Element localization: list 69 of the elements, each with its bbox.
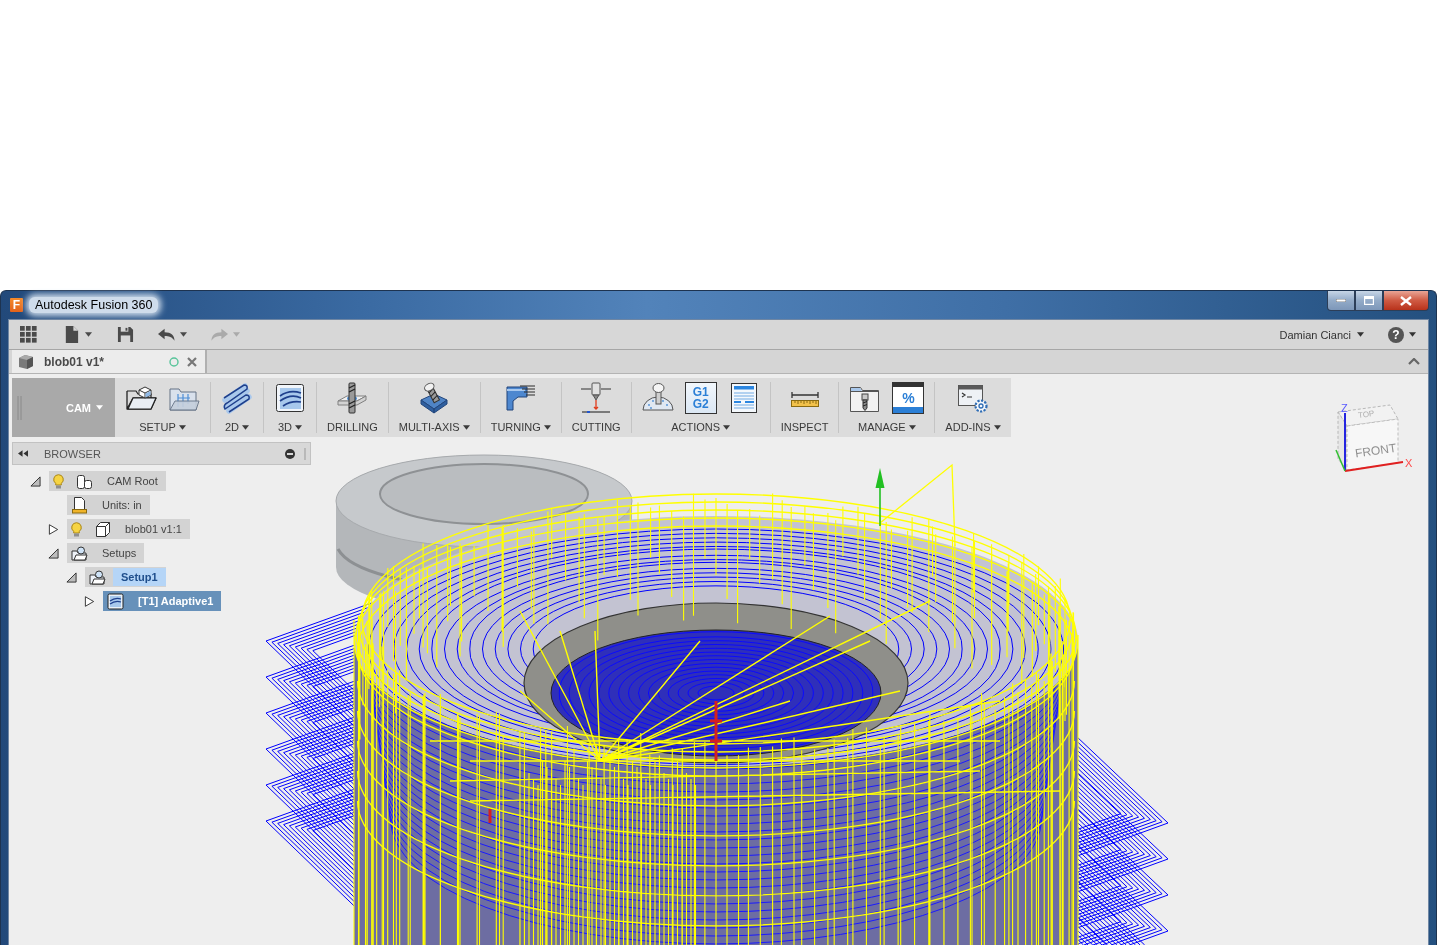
view-cube[interactable] [1337,404,1399,471]
help-button[interactable]: ? [1388,326,1404,343]
minimize-icon [1336,299,1346,302]
tree-toggle-icon[interactable] [30,475,41,487]
ribbon-menu-button[interactable]: ACTIONS [671,421,731,433]
status-circle-icon [169,356,179,367]
tree-toggle-icon[interactable] [84,595,95,607]
tree-item[interactable]: Setups [67,543,145,563]
wave-strips-icon[interactable] [221,382,253,414]
app-logo: F [10,297,23,312]
close-button[interactable] [1383,291,1429,311]
tree-item[interactable]: blob01 v1:1 [67,519,190,539]
ribbon-menu-button[interactable]: 2D [224,421,250,433]
save-icon[interactable] [117,326,134,343]
tree-toggle-icon[interactable] [48,547,59,559]
axis-triad-drawing [1335,412,1404,472]
double-arrow-icon[interactable] [18,450,28,457]
browser-title: BROWSER [44,447,101,460]
drill-bit-icon[interactable] [336,382,369,414]
front-face-label: FRONT [1354,440,1398,461]
maximize-button[interactable] [1355,291,1383,311]
close-icon [1400,295,1412,306]
tilted-tool-icon[interactable] [418,382,451,414]
tree-item[interactable]: CAM Root [49,471,166,491]
post-library-button[interactable]: % [892,382,925,414]
tree-toggle-icon[interactable] [66,571,77,583]
ribbon-menu-button[interactable]: SETUP [139,421,186,433]
caret-icon [1357,332,1364,337]
ribbon-group-label[interactable]: DRILLING [327,421,378,433]
surface-waves-icon [107,592,124,610]
z-axis-label: Z [1341,402,1348,414]
shapes-icon [76,472,93,490]
torch-icon[interactable] [580,382,613,414]
surface-waves-icon[interactable] [274,382,306,414]
caret-icon[interactable] [180,332,187,337]
apps-grid-icon[interactable] [20,326,37,343]
lathe-profile-icon[interactable] [504,382,537,414]
ribbon-menu-button[interactable]: MULTI-AXIS [398,421,470,433]
ribbon-group-label[interactable]: CUTTING [571,421,621,433]
ribbon-menu-button[interactable]: MANAGE [858,421,916,433]
caret-icon [96,405,103,410]
minimize-button[interactable] [1327,291,1355,311]
script-gear-icon[interactable] [956,382,989,414]
tree-item[interactable]: Setup1 [85,567,166,587]
chevron-up-icon[interactable] [1408,358,1420,365]
cube-icon [94,520,111,538]
file-icon[interactable] [63,326,80,343]
ribbon-group-label[interactable]: INSPECT [780,421,829,433]
page-ruler-icon [71,496,88,514]
x-axis-label: X [1405,457,1413,469]
cube-icon [18,353,34,370]
maximize-icon [1364,296,1374,305]
tree-toggle-icon[interactable] [48,523,59,535]
document-tab[interactable]: blob01 v1* [12,350,207,373]
ribbon-menu-button[interactable]: 3D [277,421,303,433]
user-menu-button[interactable]: Damian Cianci [1279,328,1364,341]
grip-handle-icon[interactable] [304,447,307,460]
joystick-icon[interactable] [641,382,674,414]
close-icon[interactable] [187,356,197,367]
post-process-button[interactable]: G1 G2 [684,382,717,414]
window-title: Autodesk Fusion 360 [29,296,159,313]
caret-icon[interactable] [85,332,92,337]
folder-sphere-icon [89,568,106,586]
folder-sphere-icon [71,544,88,562]
tree-item[interactable]: Units: in [67,495,150,515]
caret-icon[interactable] [1409,332,1416,337]
ribbon-menu-button[interactable]: TURNING [490,421,551,433]
ribbon-menu-button[interactable]: ADD-INS [945,421,1001,433]
minus-circle-icon[interactable] [285,448,295,459]
